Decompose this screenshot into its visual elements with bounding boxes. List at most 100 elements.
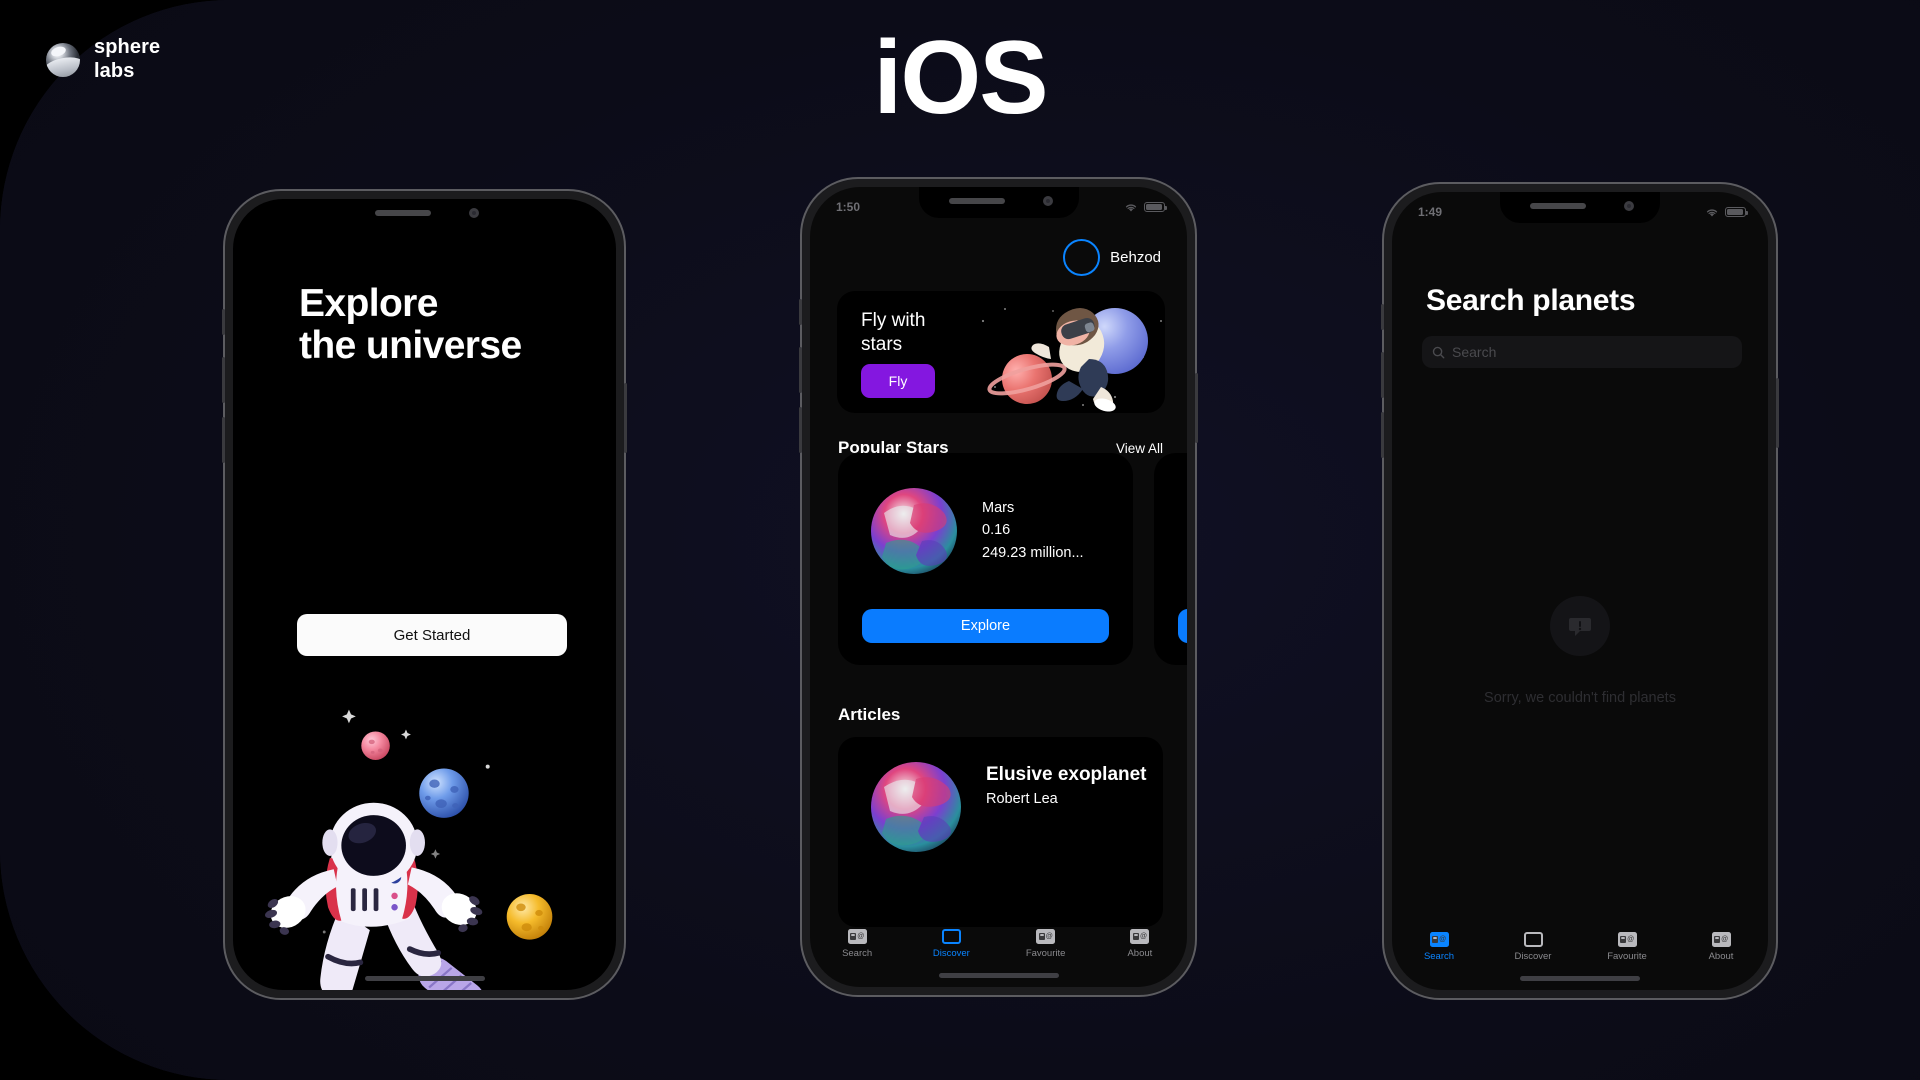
power-button[interactable]: [1195, 373, 1198, 443]
notch: [344, 199, 505, 230]
tab-about[interactable]: @ About: [1093, 929, 1187, 959]
empty-state-text: Sorry, we couldn't find planets: [1484, 690, 1676, 706]
phone-mockup-discover: 1:50 Behzod Fly with stars Fly Popular S…: [799, 177, 1198, 997]
article-title: Elusive exoplanet: [986, 764, 1147, 785]
planet-thumb-icon: [871, 762, 961, 852]
planet-thumb-icon: [871, 488, 957, 574]
tab-label: Favourite: [1025, 948, 1066, 959]
notch: [918, 187, 1079, 218]
battery-icon: [1144, 202, 1167, 212]
volume-up-button[interactable]: [222, 357, 225, 403]
status-indicators: [1124, 202, 1167, 213]
star-card-info: Mars 0.16 249.23 million...: [982, 497, 1084, 564]
front-camera: [1042, 196, 1053, 206]
star-value: 0.16: [982, 522, 1011, 539]
rounded-box-icon: [1523, 932, 1543, 947]
placeholder-image-icon: @: [1130, 929, 1150, 944]
user-name: Behzod: [1110, 249, 1161, 266]
wifi-icon: [1706, 208, 1718, 217]
mute-switch[interactable]: [222, 309, 225, 335]
status-indicators: [1705, 207, 1748, 218]
popular-stars-carousel[interactable]: Mars 0.16 249.23 million... Explore: [826, 453, 1187, 665]
explore-button-next[interactable]: [1178, 609, 1187, 643]
power-button[interactable]: [624, 383, 627, 453]
tab-about[interactable]: @ About: [1674, 932, 1768, 962]
earpiece-speaker: [1530, 203, 1586, 209]
placeholder-image-icon: @: [1036, 929, 1056, 944]
tab-discover[interactable]: Discover: [1486, 932, 1580, 962]
phone-mockup-search: 1:49 Search planets Search Sorry, we cou…: [1381, 182, 1779, 1000]
star-card-next[interactable]: [1154, 453, 1187, 665]
articles-header: Articles: [838, 705, 1163, 725]
headline-line-2: the universe: [299, 323, 522, 367]
get-started-button[interactable]: Get Started: [297, 614, 567, 656]
article-author: Robert Lea: [986, 791, 1058, 808]
tab-label: About: [1708, 951, 1734, 962]
battery-icon: [1725, 207, 1748, 217]
vr-kid-planets-illustration: [981, 308, 1162, 412]
tab-label: Discover: [1514, 951, 1552, 962]
tab-label: About: [1127, 948, 1153, 959]
star-card-mars[interactable]: Mars 0.16 249.23 million... Explore: [838, 453, 1133, 665]
floating-astronaut-illustration: [265, 709, 553, 990]
earpiece-speaker: [374, 210, 431, 216]
volume-up-button[interactable]: [1381, 352, 1384, 398]
tab-favourite[interactable]: @ Favourite: [1580, 932, 1674, 962]
phone1-screen: Explore the universe Get Started: [233, 199, 616, 990]
screenshot-root: sphere labs iOS Explore the universe Get…: [0, 0, 1920, 1080]
tab-search[interactable]: @ Search: [1392, 932, 1486, 962]
earpiece-speaker: [948, 198, 1005, 204]
tab-discover[interactable]: Discover: [904, 929, 998, 959]
onboarding-heading: Explore the universe: [299, 283, 586, 366]
tab-label: Search: [1423, 951, 1455, 962]
mute-switch[interactable]: [1381, 304, 1384, 330]
promo-title: Fly with stars: [861, 310, 926, 355]
message-alert-icon: [1550, 596, 1610, 656]
placeholder-image-icon: @: [1429, 932, 1449, 947]
star-distance: 249.23 million...: [982, 544, 1084, 561]
placeholder-image-icon: @: [1617, 932, 1637, 947]
front-camera: [1624, 201, 1634, 211]
search-input[interactable]: [1452, 344, 1732, 360]
tab-search[interactable]: @ Search: [810, 929, 904, 959]
discover-content: Behzod Fly with stars Fly Popular Stars …: [810, 221, 1187, 987]
volume-down-button[interactable]: [1381, 412, 1384, 458]
phone3-screen: 1:49 Search planets Search Sorry, we cou…: [1392, 192, 1768, 990]
article-card[interactable]: Elusive exoplanet Robert Lea: [838, 737, 1163, 927]
planet-thumb-icon: [1186, 487, 1187, 575]
fly-button[interactable]: Fly: [861, 364, 935, 398]
tab-label: Favourite: [1607, 951, 1647, 962]
home-indicator[interactable]: [1520, 976, 1640, 981]
promo-card[interactable]: Fly with stars Fly: [837, 291, 1165, 413]
mute-switch[interactable]: [799, 299, 802, 325]
section-title-articles: Articles: [838, 705, 901, 724]
search-field[interactable]: [1422, 336, 1742, 368]
power-button[interactable]: [1776, 378, 1779, 448]
page-heading-search: Search planets: [1426, 284, 1636, 317]
front-camera: [468, 208, 479, 218]
volume-up-button[interactable]: [799, 347, 802, 393]
star-name: Mars: [982, 500, 1015, 516]
volume-down-button[interactable]: [799, 407, 802, 453]
notch: [1500, 192, 1660, 223]
tab-label: Search: [842, 948, 873, 959]
placeholder-image-icon: @: [1711, 932, 1731, 947]
explore-button[interactable]: Explore: [862, 609, 1109, 643]
search-content: Search planets Search Sorry, we couldn't…: [1392, 226, 1768, 990]
phone2-screen: 1:50 Behzod Fly with stars Fly Popular S…: [810, 187, 1187, 987]
wifi-icon: [1125, 203, 1137, 212]
tab-label: Discover: [932, 948, 970, 959]
article-text: Elusive exoplanet Robert Lea: [986, 763, 1147, 807]
search-icon: [1432, 346, 1445, 358]
tab-favourite[interactable]: @ Favourite: [999, 929, 1093, 959]
home-indicator[interactable]: [938, 973, 1059, 978]
status-time: 1:49: [1418, 205, 1443, 219]
volume-down-button[interactable]: [222, 417, 225, 463]
rounded-box-icon: [941, 929, 961, 944]
status-time: 1:50: [836, 200, 861, 214]
avatar[interactable]: [1063, 239, 1101, 276]
page-title-text: iOS: [873, 20, 1048, 136]
home-indicator[interactable]: [364, 976, 485, 981]
user-profile[interactable]: Behzod: [1063, 239, 1161, 276]
phone-mockup-onboarding: Explore the universe Get Started: [222, 189, 627, 1000]
